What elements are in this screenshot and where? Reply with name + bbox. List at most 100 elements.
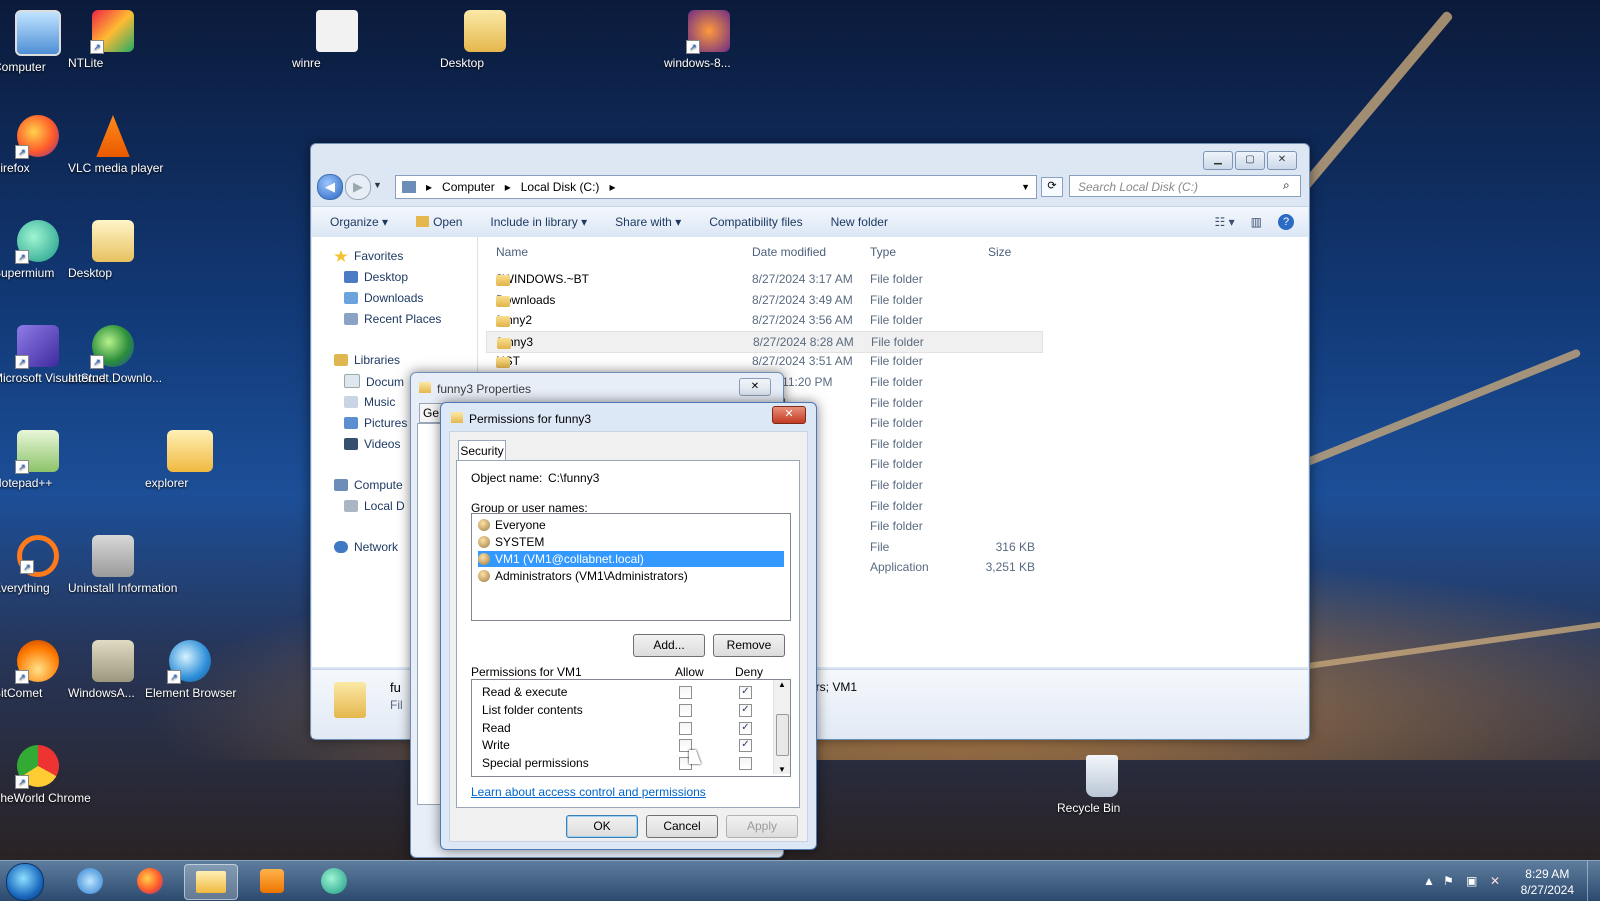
forward-button[interactable]: ▶	[345, 174, 371, 200]
user-list-item[interactable]: Administrators (VM1\Administrators)	[478, 568, 784, 584]
include-in-library-menu[interactable]: Include in library ▾	[490, 215, 587, 229]
scroll-down-icon[interactable]: ▼	[774, 765, 790, 774]
deny-checkbox[interactable]: ✓	[739, 686, 752, 699]
new-folder-button[interactable]: New folder	[831, 215, 888, 229]
nav-favorites[interactable]: Favorites	[334, 249, 403, 263]
taskbar-clock[interactable]: 8:29 AM 8/27/2024	[1521, 866, 1574, 898]
taskbar-explorer[interactable]	[184, 864, 238, 900]
deny-checkbox[interactable]	[739, 757, 752, 771]
deny-checkbox[interactable]: ✓	[739, 721, 752, 735]
column-type[interactable]: Type	[870, 245, 896, 259]
add-button[interactable]: Add...	[633, 634, 705, 657]
nav-libraries[interactable]: Libraries	[334, 353, 400, 367]
user-list-item[interactable]: SYSTEM	[478, 534, 784, 550]
compatibility-files-button[interactable]: Compatibility files	[709, 215, 802, 229]
share-with-menu[interactable]: Share with ▾	[615, 215, 681, 229]
search-input[interactable]: Search Local Disk (C:)	[1069, 175, 1301, 197]
volume-muted-icon[interactable]: ✕	[1490, 874, 1500, 888]
nav-downloads[interactable]: Downloads	[344, 291, 423, 305]
allow-checkbox[interactable]	[679, 721, 692, 735]
breadcrumb-local-disk[interactable]: Local Disk (C:)	[521, 180, 600, 194]
taskbar-media-player[interactable]	[246, 864, 298, 898]
user-group-icon	[478, 536, 490, 548]
open-button[interactable]: Open	[416, 215, 462, 229]
close-button[interactable]: ✕	[739, 378, 771, 396]
back-button[interactable]: ◀	[317, 174, 343, 200]
remove-button[interactable]: Remove	[713, 634, 785, 657]
show-desktop-button[interactable]	[1587, 861, 1600, 901]
help-icon[interactable]: ?	[1278, 214, 1294, 230]
scroll-up-icon[interactable]: ▲	[774, 680, 790, 689]
maximize-button[interactable]: ▢	[1235, 151, 1265, 170]
nav-computer[interactable]: Compute	[334, 478, 403, 492]
file-row[interactable]: funny2 8/27/2024 3:56 AM File folder	[486, 310, 1041, 330]
close-button[interactable]: ✕	[1267, 151, 1297, 170]
address-bar[interactable]: ▸ Computer ▸ Local Disk (C:) ▸ ▼	[395, 175, 1037, 199]
user-list-item-selected[interactable]: VM1 (VM1@collabnet.local)	[478, 551, 784, 567]
nav-music[interactable]: Music	[344, 395, 395, 409]
taskbar-internet-explorer[interactable]	[64, 864, 116, 898]
nav-desktop[interactable]: Desktop	[344, 270, 408, 284]
organize-menu[interactable]: Organize ▾	[330, 215, 388, 229]
action-center-flag-icon[interactable]: ⚑	[1443, 874, 1454, 888]
address-dropdown-icon[interactable]: ▼	[1021, 182, 1030, 192]
start-button[interactable]	[6, 863, 44, 901]
file-row[interactable]: Downloads 8/27/2024 3:49 AM File folder	[486, 290, 1041, 310]
desktop-icon-uninstall-info[interactable]: Uninstall Information	[68, 535, 177, 595]
desktop-icon-ntlite[interactable]: ↗ NTLite	[68, 10, 158, 70]
user-list[interactable]: Everyone SYSTEM VM1 (VM1@collabnet.local…	[471, 513, 791, 621]
recycle-bin-icon	[1086, 755, 1118, 797]
refresh-icon[interactable]: ⟳	[1041, 177, 1063, 197]
recent-pages-icon[interactable]: ▼	[373, 180, 382, 190]
folder-icon	[464, 10, 506, 52]
permission-row: List folder contents ✓	[482, 701, 772, 719]
column-name[interactable]: Name	[496, 245, 528, 259]
breadcrumb-computer[interactable]: Computer	[442, 180, 495, 194]
desktop-icon-vlc[interactable]: VLC media player	[68, 115, 163, 175]
column-size[interactable]: Size	[988, 245, 1011, 259]
desktop-icon-desktop2[interactable]: Desktop	[68, 220, 158, 280]
nav-videos[interactable]: Videos	[344, 437, 400, 451]
view-options-icon[interactable]: ☷ ▾	[1215, 215, 1235, 229]
scroll-thumb[interactable]	[776, 714, 789, 756]
close-button[interactable]: ✕	[772, 406, 806, 424]
permissions-dialog[interactable]: Permissions for funny3 ✕ Security Object…	[440, 402, 817, 850]
desktop-icon-theworld-chrome[interactable]: ↗ TheWorld Chrome	[0, 745, 91, 805]
user-list-item[interactable]: Everyone	[478, 517, 784, 533]
desktop-icon-internet-download[interactable]: ↗ Internet Downlo...	[68, 325, 162, 385]
desktop-icon-notepadpp[interactable]: ↗ Notepad++	[0, 430, 83, 490]
minimize-button[interactable]: ▁	[1203, 151, 1233, 170]
desktop-icon-element-browser[interactable]: ↗ Element Browser	[145, 640, 236, 700]
desktop-icon-winre[interactable]: winre	[292, 10, 382, 70]
nav-recent-places[interactable]: Recent Places	[344, 312, 441, 326]
file-type: Application	[870, 560, 929, 575]
file-row[interactable]: NST 8/27/2024 3:51 AM File folder	[486, 351, 1041, 371]
desktop-icon-recycle-bin[interactable]: Recycle Bin	[1057, 755, 1147, 815]
file-row[interactable]: $WINDOWS.~BT 8/27/2024 3:17 AM File folder	[486, 269, 1041, 289]
taskbar-supermium[interactable]	[308, 864, 360, 898]
column-date-modified[interactable]: Date modified	[752, 245, 826, 259]
network-tray-icon[interactable]: ▣	[1466, 874, 1477, 888]
nav-pictures[interactable]: Pictures	[344, 416, 407, 430]
desktop-icon-desktop-folder[interactable]: Desktop	[440, 10, 530, 70]
permissions-scrollbar[interactable]: ▲ ▼	[773, 680, 790, 774]
preview-pane-icon[interactable]: ▥	[1251, 215, 1262, 229]
file-row-selected[interactable]: funny3 8/27/2024 8:28 AM File folder	[486, 330, 1043, 353]
deny-checkbox[interactable]: ✓	[739, 703, 752, 717]
nav-local-disk[interactable]: Local D	[344, 499, 405, 513]
allow-checkbox[interactable]	[679, 703, 692, 717]
learn-access-control-link[interactable]: Learn about access control and permissio…	[471, 785, 706, 799]
cancel-button[interactable]: Cancel	[646, 815, 718, 838]
desktop-icon-explorer[interactable]: explorer	[145, 430, 235, 490]
deny-checkbox[interactable]: ✓	[739, 739, 752, 753]
nav-documents[interactable]: Docum	[344, 374, 404, 389]
tab-security[interactable]: Security	[458, 440, 506, 461]
desktop-icon-windows8[interactable]: ↗ windows-8...	[664, 10, 754, 70]
taskbar-firefox[interactable]	[124, 864, 176, 898]
nav-network[interactable]: Network	[334, 540, 398, 554]
allow-checkbox[interactable]	[679, 686, 692, 699]
ok-button[interactable]: OK	[566, 815, 638, 838]
desktop-icon-label: Desktop	[68, 266, 113, 280]
apply-button[interactable]: Apply	[726, 815, 798, 838]
show-hidden-icons[interactable]: ▲	[1423, 874, 1435, 888]
